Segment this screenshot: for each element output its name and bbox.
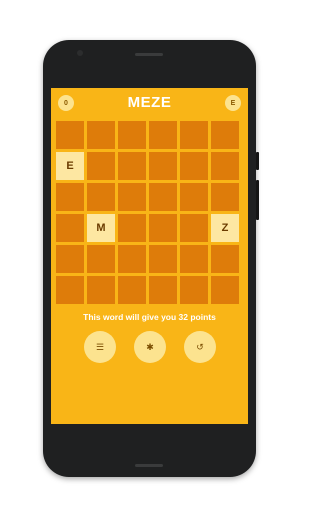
grid-cell[interactable] <box>118 121 146 149</box>
grid-cell[interactable] <box>180 245 208 273</box>
volume-button <box>256 180 259 220</box>
grid-cell[interactable] <box>56 121 84 149</box>
grid-cell[interactable] <box>180 214 208 242</box>
letter-grid: E M Z <box>56 121 242 304</box>
bottom-speaker <box>135 464 163 467</box>
grid-cell[interactable] <box>180 121 208 149</box>
star-button[interactable]: ✱ <box>134 331 166 363</box>
grid-cell[interactable] <box>87 245 115 273</box>
grid-cell[interactable] <box>118 245 146 273</box>
grid-cell[interactable] <box>180 276 208 304</box>
grid-cell[interactable] <box>87 152 115 180</box>
letter-tile[interactable]: Z <box>211 214 239 242</box>
game-title: MEZE <box>127 94 172 111</box>
grid-cell[interactable] <box>211 152 239 180</box>
grid-cell[interactable] <box>211 276 239 304</box>
grid-cell[interactable] <box>149 276 177 304</box>
star-icon: ✱ <box>146 341 154 352</box>
grid-cell[interactable] <box>118 183 146 211</box>
undo-icon: ↺ <box>196 341 204 352</box>
grid-cell[interactable] <box>211 183 239 211</box>
top-speaker <box>135 53 163 56</box>
grid-cell[interactable] <box>87 121 115 149</box>
list-button[interactable]: ☰ <box>84 331 116 363</box>
grid-cell[interactable] <box>56 214 84 242</box>
phone-frame: 0 MEZE E EMZ This word will give you 32 … <box>43 40 259 477</box>
undo-button[interactable]: ↺ <box>184 331 216 363</box>
grid-cell[interactable] <box>180 183 208 211</box>
game-screen: 0 MEZE E EMZ This word will give you 32 … <box>51 88 248 424</box>
grid-cell[interactable] <box>211 245 239 273</box>
letter-tile[interactable]: M <box>87 214 115 242</box>
grid-cell[interactable] <box>56 183 84 211</box>
grid-cell[interactable] <box>118 276 146 304</box>
letter-tile[interactable]: E <box>56 152 84 180</box>
power-button <box>256 152 259 170</box>
grid-cell[interactable] <box>149 245 177 273</box>
grid-cell[interactable] <box>56 245 84 273</box>
grid-cell[interactable] <box>149 152 177 180</box>
list-icon: ☰ <box>95 341 105 352</box>
grid-cell[interactable] <box>87 183 115 211</box>
grid-cell[interactable] <box>149 121 177 149</box>
grid-cell[interactable] <box>87 276 115 304</box>
grid-cell[interactable] <box>118 152 146 180</box>
grid-cell[interactable] <box>56 276 84 304</box>
letter-badge-button[interactable]: E <box>225 95 241 111</box>
front-camera <box>77 50 83 56</box>
points-message: This word will give you 32 points <box>83 312 216 322</box>
grid-cell[interactable] <box>149 183 177 211</box>
grid-cell[interactable] <box>118 214 146 242</box>
grid-cell[interactable] <box>180 152 208 180</box>
grid-cell[interactable] <box>149 214 177 242</box>
grid-cell[interactable] <box>211 121 239 149</box>
